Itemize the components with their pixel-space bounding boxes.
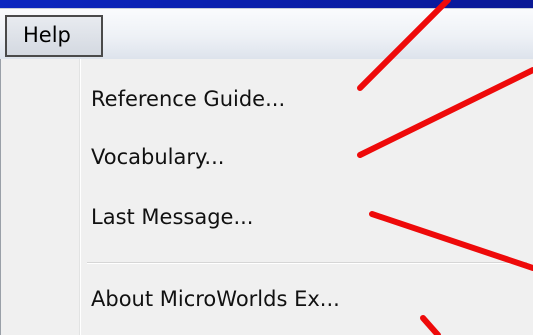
help-menu-button[interactable]: Help: [5, 15, 103, 57]
menu-item-vocabulary[interactable]: Vocabulary...: [91, 131, 531, 183]
menu-item-reference-guide[interactable]: Reference Guide...: [91, 73, 531, 125]
menu-icon-gutter: [1, 59, 81, 335]
menu-separator: [87, 262, 527, 264]
menu-item-about[interactable]: About MicroWorlds Ex...: [91, 273, 531, 325]
menu-bar: Help: [0, 8, 533, 60]
gutter-divider-highlight: [80, 59, 81, 335]
menu-item-last-message[interactable]: Last Message...: [91, 191, 531, 243]
help-dropdown-menu: Reference Guide... Vocabulary... Last Me…: [0, 59, 533, 335]
